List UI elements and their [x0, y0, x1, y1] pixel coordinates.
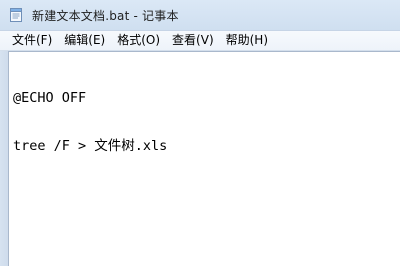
notepad-icon[interactable] [8, 7, 24, 23]
window-left-border [0, 51, 8, 266]
menu-bar: 文件(F) 编辑(E) 格式(O) 查看(V) 帮助(H) [0, 30, 400, 51]
menu-format[interactable]: 格式(O) [111, 31, 166, 50]
editor-line-2: tree /F > 文件树.xls [13, 138, 168, 154]
menu-file[interactable]: 文件(F) [6, 31, 58, 50]
menu-edit[interactable]: 编辑(E) [58, 31, 111, 50]
text-editor-area[interactable]: @ECHO OFF tree /F > 文件树.xls [8, 51, 400, 266]
editor-content[interactable]: @ECHO OFF tree /F > 文件树.xls [13, 58, 400, 266]
menu-help[interactable]: 帮助(H) [220, 31, 274, 50]
title-bar[interactable]: 新建文本文档.bat - 记事本 [0, 0, 400, 30]
editor-line-1: @ECHO OFF [13, 90, 87, 106]
window-title: 新建文本文档.bat - 记事本 [32, 8, 179, 23]
menu-view[interactable]: 查看(V) [166, 31, 220, 50]
notepad-window: 新建文本文档.bat - 记事本 文件(F) 编辑(E) 格式(O) 查看(V)… [0, 0, 400, 266]
